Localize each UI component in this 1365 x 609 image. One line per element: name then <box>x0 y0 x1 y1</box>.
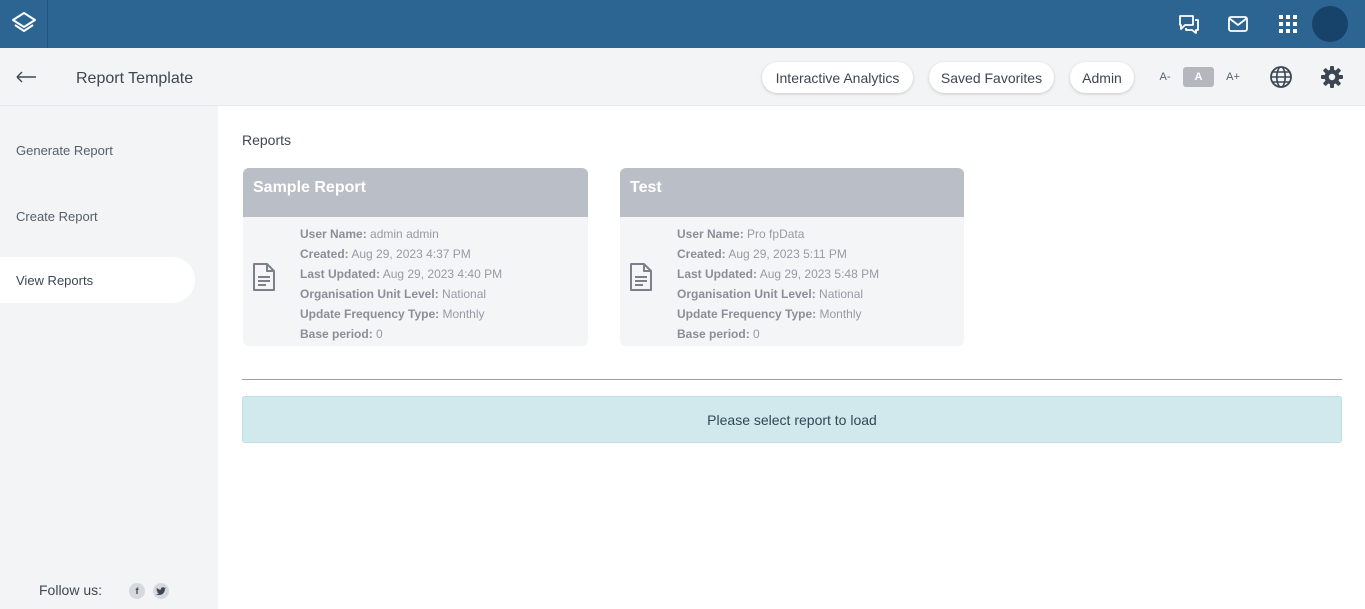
report-card-title: Test <box>620 168 964 217</box>
detail-value: 0 <box>376 327 383 341</box>
user-avatar[interactable] <box>1312 6 1348 42</box>
detail-row: Update Frequency Type: Monthly <box>300 304 502 324</box>
detail-value: National <box>442 287 487 301</box>
document-icon <box>629 262 653 292</box>
detail-row: User Name: Pro fpData <box>677 224 879 244</box>
font-increase-button[interactable]: A+ <box>1222 67 1244 87</box>
detail-value: Aug 29, 2023 5:48 PM <box>759 267 880 281</box>
detail-value: 0 <box>753 327 760 341</box>
detail-value: admin admin <box>370 227 439 241</box>
follow-us-label: Follow us: <box>39 582 103 598</box>
page-header: Report Template Interactive Analytics Sa… <box>0 48 1365 106</box>
detail-label: Created: <box>677 247 726 261</box>
report-details: User Name: Pro fpData Created: Aug 29, 2… <box>677 224 879 344</box>
font-decrease-button[interactable]: A- <box>1155 67 1175 87</box>
sidebar: Generate Report Create Report View Repor… <box>0 106 218 609</box>
apps-grid-icon[interactable] <box>1276 12 1300 36</box>
sidebar-item-generate-report[interactable]: Generate Report <box>0 127 195 173</box>
detail-row: Last Updated: Aug 29, 2023 5:48 PM <box>677 264 879 284</box>
detail-label: Organisation Unit Level: <box>677 287 816 301</box>
admin-button[interactable]: Admin <box>1070 62 1134 93</box>
detail-value: National <box>819 287 864 301</box>
font-default-button[interactable]: A <box>1183 67 1214 87</box>
detail-label: Organisation Unit Level: <box>300 287 439 301</box>
detail-label: Update Frequency Type: <box>300 307 440 321</box>
detail-row: Created: Aug 29, 2023 5:11 PM <box>677 244 879 264</box>
back-arrow-icon[interactable] <box>14 65 38 89</box>
report-details: User Name: admin admin Created: Aug 29, … <box>300 224 502 344</box>
interactive-analytics-button[interactable]: Interactive Analytics <box>762 62 913 93</box>
detail-label: Last Updated: <box>677 267 758 281</box>
top-bar <box>0 0 1365 48</box>
detail-value: Monthly <box>442 307 485 321</box>
sidebar-item-create-report[interactable]: Create Report <box>0 193 195 239</box>
report-card-test[interactable]: Test User Name: Pro fpData Created: Aug … <box>620 168 964 346</box>
reports-heading: Reports <box>242 132 292 148</box>
document-icon <box>252 262 276 292</box>
gear-icon[interactable] <box>1320 65 1344 89</box>
select-report-notice: Please select report to load <box>242 396 1342 443</box>
detail-label: User Name: <box>677 227 744 241</box>
detail-row: Organisation Unit Level: National <box>300 284 502 304</box>
detail-value: Aug 29, 2023 4:37 PM <box>351 247 471 261</box>
twitter-icon[interactable] <box>153 583 169 599</box>
report-card-title: Sample Report <box>243 168 588 217</box>
detail-row: Created: Aug 29, 2023 4:37 PM <box>300 244 502 264</box>
detail-label: Created: <box>300 247 349 261</box>
detail-row: Last Updated: Aug 29, 2023 4:40 PM <box>300 264 502 284</box>
mail-icon[interactable] <box>1226 12 1250 36</box>
detail-label: Update Frequency Type: <box>677 307 817 321</box>
globe-icon[interactable] <box>1269 65 1293 89</box>
detail-value: Pro fpData <box>747 227 805 241</box>
saved-favorites-button[interactable]: Saved Favorites <box>929 62 1054 93</box>
app-logo[interactable] <box>0 0 48 48</box>
detail-row: Update Frequency Type: Monthly <box>677 304 879 324</box>
chat-icon[interactable] <box>1177 12 1201 36</box>
detail-value: Aug 29, 2023 4:40 PM <box>382 267 503 281</box>
detail-row: Organisation Unit Level: National <box>677 284 879 304</box>
detail-row: Base period: 0 <box>677 324 879 344</box>
detail-value: Monthly <box>819 307 862 321</box>
sidebar-item-view-reports[interactable]: View Reports <box>0 257 195 303</box>
detail-label: Base period: <box>300 327 373 341</box>
detail-label: Base period: <box>677 327 750 341</box>
detail-value: Aug 29, 2023 5:11 PM <box>728 247 847 261</box>
detail-row: User Name: admin admin <box>300 224 502 244</box>
divider <box>242 379 1342 380</box>
layers-logo-icon <box>11 12 36 32</box>
detail-label: Last Updated: <box>300 267 381 281</box>
page-title: Report Template <box>76 70 194 87</box>
detail-row: Base period: 0 <box>300 324 502 344</box>
facebook-icon[interactable]: f <box>129 583 145 599</box>
report-card-sample-report[interactable]: Sample Report User Name: admin admin Cre… <box>243 168 588 346</box>
detail-label: User Name: <box>300 227 367 241</box>
